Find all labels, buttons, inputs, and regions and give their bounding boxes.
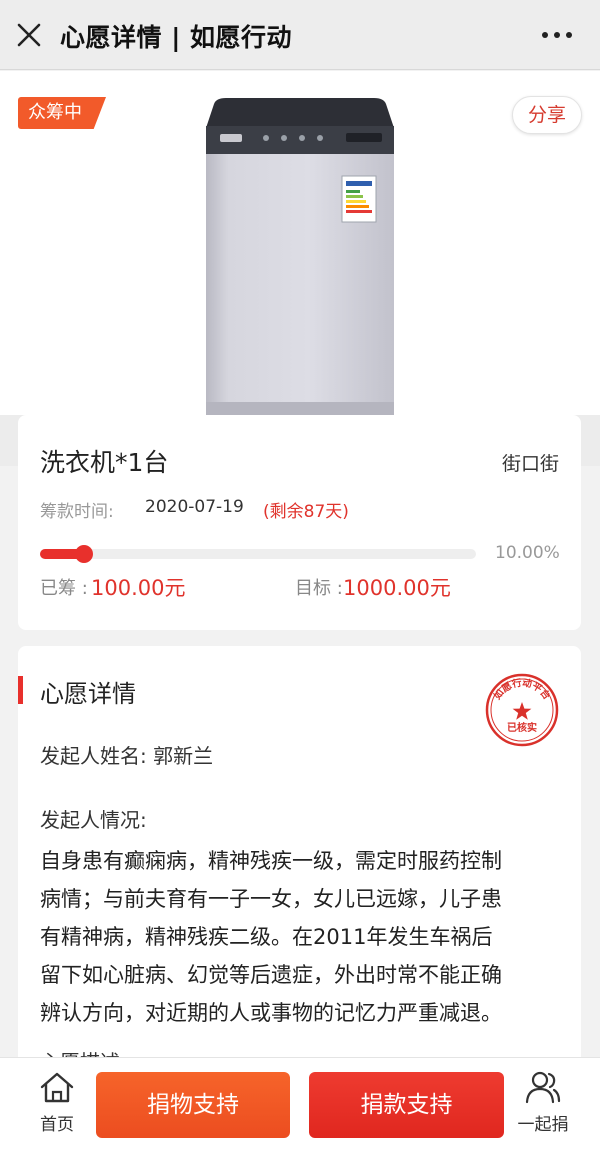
verified-stamp-icon: 如愿行动平台 已核实 (485, 673, 559, 747)
donate-goods-button[interactable]: 捐物支持 (96, 1072, 290, 1138)
home-nav-button[interactable]: 首页 (22, 1070, 92, 1135)
bottom-action-bar: 首页 捐物支持 捐款支持 一起捐 (0, 1057, 600, 1149)
initiator-name: 发起人姓名: 郭新兰 (40, 744, 214, 768)
raised-amount: 100.00元 (91, 576, 186, 600)
top-navigation-bar: 心愿详情 | 如愿行动 (0, 0, 600, 70)
svg-text:已核实: 已核实 (507, 721, 537, 734)
fundraising-date: 2020-07-19 (145, 497, 244, 517)
product-title: 洗衣机*1台 (40, 448, 169, 477)
fundraising-time-label: 筹款时间: (40, 502, 114, 522)
initiator-situation-text: 自身患有癫痫病，精神残疾一级，需定时服药控制 病情；与前夫育有一子一女，女儿已远… (40, 842, 565, 1032)
story-line: 自身患有癫痫病，精神残疾一级，需定时服药控制 (40, 849, 502, 873)
together-label: 一起捐 (517, 1115, 569, 1135)
donate-money-button[interactable]: 捐款支持 (309, 1072, 504, 1138)
status-badge: 众筹中 (18, 97, 106, 129)
progress-bar (40, 545, 476, 563)
story-line: 病情；与前夫育有一子一女，女儿已远嫁，儿子患 (40, 887, 502, 911)
section-title: 心愿详情 (40, 680, 136, 708)
story-line: 有精神病，精神残疾二级。在2011年发生车祸后 (40, 925, 493, 949)
donate-together-nav-button[interactable]: 一起捐 (508, 1070, 578, 1135)
progress-knob (74, 545, 93, 563)
page-title: 心愿详情 | 如愿行动 (60, 23, 293, 52)
target-label: 目标 : (295, 578, 343, 599)
section-accent-bar (18, 676, 23, 704)
initiator-situation-label: 发起人情况: (40, 808, 147, 832)
project-info-card: 洗衣机*1台 街口街 筹款时间: 2020-07-19 (剩余87天) 10.0… (18, 415, 581, 630)
washing-machine-image (206, 98, 394, 416)
more-dots-icon[interactable] (540, 22, 574, 48)
target-amount: 1000.00元 (343, 576, 451, 600)
wish-detail-card: 心愿详情 如愿行动平台 已核实 发起人姓名: 郭新兰 发起人情况: 自身患有癫痫… (18, 646, 581, 1076)
home-icon (40, 1072, 74, 1103)
share-button[interactable]: 分享 (512, 96, 582, 134)
close-icon[interactable] (14, 20, 44, 50)
raised-label: 已筹 : (40, 578, 88, 599)
progress-percent: 10.00% (495, 543, 560, 563)
story-line: 辨认方向，对近期的人或事物的记忆力严重减退。 (40, 1001, 502, 1025)
svg-text:如愿行动平台: 如愿行动平台 (491, 677, 553, 703)
story-line: 留下如心脏病、幻觉等后遗症，外出时常不能正确 (40, 963, 502, 987)
people-icon (525, 1071, 561, 1104)
remaining-days: (剩余87天) (263, 502, 349, 522)
location-text: 街口街 (501, 453, 559, 475)
home-label: 首页 (40, 1115, 74, 1135)
